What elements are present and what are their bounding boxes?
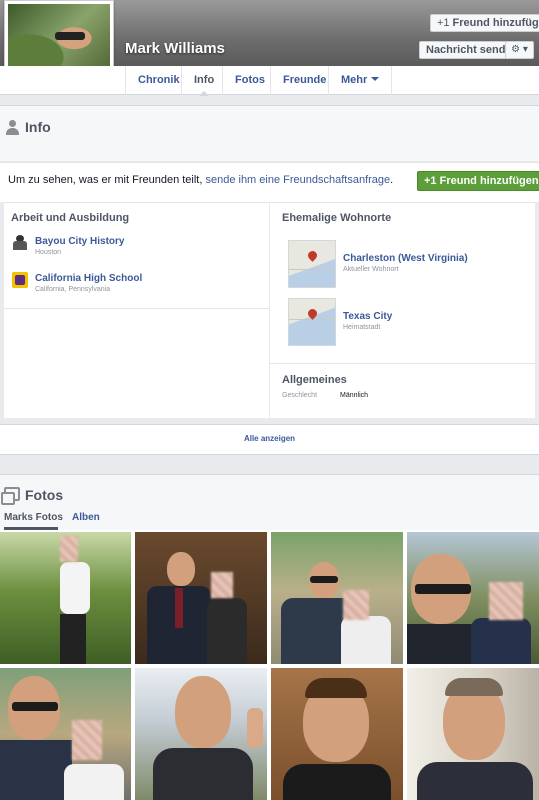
photo-thumbnail[interactable] [407,532,539,664]
basic-info-title: Allgemeines [282,374,347,386]
add-friend-icon: +1 [437,17,450,29]
photos-icon [1,487,20,505]
school-item-name[interactable]: California High School [35,273,142,284]
school-item-detail: California, Pennsylvania [35,286,111,293]
photo-thumbnail[interactable] [0,532,131,664]
section-divider [270,363,535,364]
work-item-name[interactable]: Bayou City History [35,236,124,247]
gear-menu-button[interactable]: ⚙ ▾ [505,41,534,59]
school-icon [12,272,28,288]
briefcase-icon [12,235,28,251]
section-gap [0,454,539,474]
add-friend-green-label: Freund hinzufügen [439,175,539,187]
add-friend-button[interactable]: +1Freund hinzufügen [430,14,539,32]
place-item-name[interactable]: Charleston (West Virginia) [343,253,468,264]
photos-title: Fotos [25,487,64,503]
profile-name[interactable]: Mark Williams [125,40,225,57]
add-friend-label: Freund hinzufügen [452,17,539,29]
tab-chronik-label: Chronik [138,74,180,86]
info-title: Info [25,119,51,135]
photo-thumbnail[interactable] [0,668,131,800]
info-section-header: Info [0,105,539,161]
subtab-albums[interactable]: Alben [72,512,100,523]
photo-thumbnail[interactable] [135,668,267,800]
work-title: Arbeit und Ausbildung [11,212,130,224]
add-friend-green-button[interactable]: +1 Freund hinzufügen [417,171,539,191]
info-columns: Arbeit und Ausbildung Bayou City History… [0,202,539,424]
left-column-filler [4,308,269,418]
tab-freunde-label: Freunde [283,74,327,86]
work-education-section: Arbeit und Ausbildung Bayou City History… [4,202,269,308]
subtab-marks-photos[interactable]: Marks Fotos [4,512,63,523]
friend-request-bar: Um zu sehen, was er mit Freunden teilt, … [0,162,539,202]
tab-mehr[interactable]: Mehr [328,66,393,95]
person-icon [5,120,19,135]
photo-grid [0,530,539,800]
place-item-detail: Aktueller Wohnort [343,266,399,273]
show-all-link[interactable]: Alle anzeigen [0,424,539,454]
gear-icon: ⚙ ▾ [511,44,528,55]
notice-suffix: . [390,174,394,186]
place-item-name[interactable]: Texas City [343,311,392,322]
photo-thumbnail[interactable] [271,532,403,664]
photo-thumbnail[interactable] [135,532,267,664]
gender-key: Geschlecht [282,392,318,399]
notice-text: Um zu sehen, was er mit Freunden teilt, [8,174,206,186]
tab-mehr-label: Mehr [341,74,368,86]
places-title: Ehemalige Wohnorte [282,212,392,224]
tab-info-label: Info [194,74,215,86]
chevron-down-icon [371,77,380,85]
tab-info[interactable]: Info [181,66,226,96]
map-thumbnail[interactable] [288,298,336,346]
map-thumbnail[interactable] [288,240,336,288]
friend-request-link[interactable]: sende ihm eine Freundschaftsanfrage [205,174,390,186]
tab-fotos[interactable]: Fotos [222,66,277,95]
add-friend-green-icon: +1 [424,175,437,187]
gender-value: Männlich [340,392,369,399]
tab-fotos-label: Fotos [235,74,265,86]
work-item-detail: Houston [35,249,62,256]
profile-tabbar: Chronik Info Fotos Freunde Mehr [0,66,539,96]
photo-thumbnail[interactable] [407,668,539,800]
photos-section-header: Fotos Marks Fotos Alben [0,474,539,530]
photo-thumbnail[interactable] [271,668,403,800]
friend-request-notice: Um zu sehen, was er mit Freunden teilt, … [8,174,393,186]
place-item-detail: Heimatstadt [343,324,381,331]
